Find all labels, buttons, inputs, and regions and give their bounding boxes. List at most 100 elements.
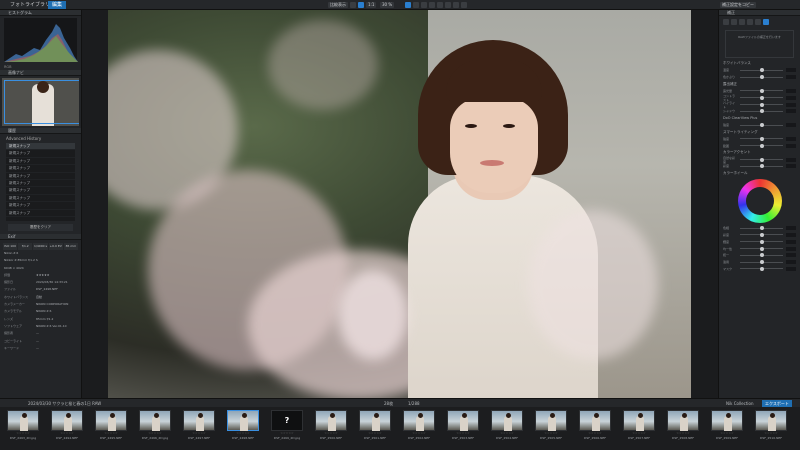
compare-button[interactable]: 比較表示 bbox=[328, 2, 348, 8]
hsl-handle[interactable] bbox=[759, 253, 764, 258]
filmstrip-thumbnail[interactable]: ☆☆☆☆☆ DSF_2496_2D.jpg bbox=[138, 410, 172, 448]
hsl-slider[interactable] bbox=[740, 232, 783, 237]
hsl-value-field[interactable] bbox=[786, 239, 796, 244]
detail-icon[interactable] bbox=[747, 19, 753, 25]
adjust-slider[interactable] bbox=[740, 68, 783, 73]
hsl-value-field[interactable] bbox=[786, 253, 796, 258]
adjust-slider[interactable] bbox=[740, 157, 783, 162]
navigator-viewport[interactable] bbox=[4, 80, 79, 124]
history-item[interactable]: 新規スナップ bbox=[6, 165, 75, 173]
channel-rgb-label[interactable]: RGB bbox=[4, 65, 12, 69]
copy-settings-button[interactable]: 補正設定をコピー bbox=[720, 2, 756, 8]
adjust-value-field[interactable] bbox=[786, 75, 796, 80]
adjust-handle[interactable] bbox=[759, 157, 764, 162]
adjust-slider[interactable] bbox=[740, 102, 783, 107]
redeye-icon[interactable] bbox=[437, 2, 443, 8]
filmstrip-thumbnail[interactable]: ☆☆☆☆☆ DSF_2502.NEF bbox=[402, 410, 436, 448]
filmstrip-thumbnail[interactable]: ☆☆☆☆☆ DSF_2509.NEF bbox=[710, 410, 744, 448]
zoom-value[interactable]: 30 % bbox=[380, 2, 395, 8]
adjust-value-field[interactable] bbox=[786, 102, 796, 107]
adjust-value-field[interactable] bbox=[786, 95, 796, 100]
clear-history-button[interactable]: 履歴をクリア bbox=[8, 224, 73, 231]
filmstrip-thumbnail[interactable]: ☆☆☆☆☆ DSF_2500.NEF bbox=[314, 410, 348, 448]
filmstrip-thumbnail[interactable]: ☆☆☆☆☆ DSF_2510.NEF bbox=[754, 410, 788, 448]
filmstrip-thumbnail[interactable]: ☆☆☆☆☆ DSF_2493_2D.jpg bbox=[6, 410, 40, 448]
hsl-handle[interactable] bbox=[759, 239, 764, 244]
hsl-value-field[interactable] bbox=[786, 260, 796, 265]
hsl-handle[interactable] bbox=[759, 226, 764, 231]
adjust-handle[interactable] bbox=[759, 88, 764, 93]
local-adjust-icon[interactable] bbox=[445, 2, 451, 8]
adjust-slider[interactable] bbox=[740, 95, 783, 100]
grid-icon[interactable] bbox=[461, 2, 467, 8]
adjust-value-field[interactable] bbox=[786, 136, 796, 141]
crop-icon[interactable] bbox=[405, 2, 411, 8]
export-button[interactable]: エクスポート bbox=[762, 400, 792, 407]
navigator-thumbnail[interactable] bbox=[2, 78, 79, 126]
filmstrip-thumbnail[interactable]: ☆☆☆☆☆ DSF_2508.NEF bbox=[666, 410, 700, 448]
tab-edit[interactable]: 編集 bbox=[48, 1, 67, 9]
history-item[interactable]: 新規スナップ bbox=[6, 143, 75, 151]
color-icon[interactable] bbox=[739, 19, 745, 25]
adjust-handle[interactable] bbox=[759, 68, 764, 73]
history-item[interactable]: 新規スナップ bbox=[6, 195, 75, 203]
filmstrip-thumbnail[interactable]: ☆☆☆☆☆ DSF_2501.NEF bbox=[358, 410, 392, 448]
light-icon[interactable] bbox=[731, 19, 737, 25]
adjust-value-field[interactable] bbox=[786, 68, 796, 73]
filmstrip-thumbnail[interactable]: ☆☆☆☆☆ DSF_2498.NEF bbox=[226, 410, 260, 448]
adjust-handle[interactable] bbox=[759, 136, 764, 141]
adjust-value-field[interactable] bbox=[786, 164, 796, 169]
adjust-handle[interactable] bbox=[759, 95, 764, 100]
adjust-slider[interactable] bbox=[740, 123, 783, 128]
history-item[interactable]: 新規スナップ bbox=[6, 180, 75, 188]
local-icon[interactable] bbox=[763, 19, 769, 25]
section-title[interactable]: スマートライティング bbox=[719, 129, 800, 136]
repair-icon[interactable] bbox=[429, 2, 435, 8]
zoom-icon[interactable] bbox=[358, 2, 364, 8]
filmstrip-thumbnail[interactable]: ☆☆☆☆☆ DSF_2503.NEF bbox=[446, 410, 480, 448]
adjust-slider[interactable] bbox=[740, 75, 783, 80]
section-title[interactable]: 露出補正 bbox=[719, 81, 800, 88]
hsl-slider[interactable] bbox=[740, 260, 783, 265]
hsl-handle[interactable] bbox=[759, 266, 764, 271]
filmstrip-thumbnail[interactable]: ☆☆☆☆☆ DSF_2504.NEF bbox=[490, 410, 524, 448]
hsl-slider[interactable] bbox=[740, 253, 783, 258]
history-item[interactable]: 新規スナップ bbox=[6, 202, 75, 210]
geometry-icon[interactable] bbox=[755, 19, 761, 25]
adjust-value-field[interactable] bbox=[786, 157, 796, 162]
filmstrip-thumbnail[interactable]: ☆☆☆☆☆ DSF_2494.NEF bbox=[50, 410, 84, 448]
filmstrip-thumbnail[interactable]: ? ☆☆☆☆☆ DSF_2499_2D.jpg bbox=[270, 410, 304, 448]
color-wheel[interactable] bbox=[737, 178, 782, 223]
image-viewer[interactable] bbox=[108, 10, 691, 398]
history-item[interactable]: 新規スナップ bbox=[6, 173, 75, 180]
filmstrip-thumbnail[interactable]: ☆☆☆☆☆ DSF_2507.NEF bbox=[622, 410, 656, 448]
adjust-handle[interactable] bbox=[759, 123, 764, 128]
tab-photo-library[interactable]: フォトライブラリ bbox=[6, 1, 54, 9]
adjust-slider[interactable] bbox=[740, 88, 783, 93]
hsl-handle[interactable] bbox=[759, 246, 764, 251]
filmstrip-thumbnail[interactable]: ☆☆☆☆☆ DSF_2497.NEF bbox=[182, 410, 216, 448]
navigator-header[interactable]: 画像ナビ bbox=[0, 70, 81, 76]
perspective-icon[interactable] bbox=[421, 2, 427, 8]
filmstrip-thumbnail[interactable]: ☆☆☆☆☆ DSF_2505.NEF bbox=[534, 410, 568, 448]
hsl-value-field[interactable] bbox=[786, 266, 796, 271]
adjust-value-field[interactable] bbox=[786, 109, 796, 114]
section-title[interactable]: ホワイトバランス bbox=[719, 60, 800, 67]
adjust-slider[interactable] bbox=[740, 109, 783, 114]
history-item[interactable]: 新規スナップ bbox=[6, 210, 75, 217]
adjust-handle[interactable] bbox=[759, 75, 764, 80]
filmstrip-thumbnail[interactable]: ☆☆☆☆☆ DSF_2495.NEF bbox=[94, 410, 128, 448]
hsl-value-field[interactable] bbox=[786, 232, 796, 237]
straighten-icon[interactable] bbox=[413, 2, 419, 8]
adjust-value-field[interactable] bbox=[786, 88, 796, 93]
adjust-slider[interactable] bbox=[740, 136, 783, 141]
adjust-handle[interactable] bbox=[759, 109, 764, 114]
adjust-slider[interactable] bbox=[740, 164, 783, 169]
hsl-slider[interactable] bbox=[740, 266, 783, 271]
exif-header[interactable]: Exif bbox=[0, 234, 81, 240]
section-title[interactable]: DxO ClearView Plus bbox=[719, 115, 800, 122]
fit-icon[interactable] bbox=[350, 2, 356, 8]
hsl-slider[interactable] bbox=[740, 246, 783, 251]
hsl-slider[interactable] bbox=[740, 239, 783, 244]
adjust-handle[interactable] bbox=[759, 143, 764, 148]
